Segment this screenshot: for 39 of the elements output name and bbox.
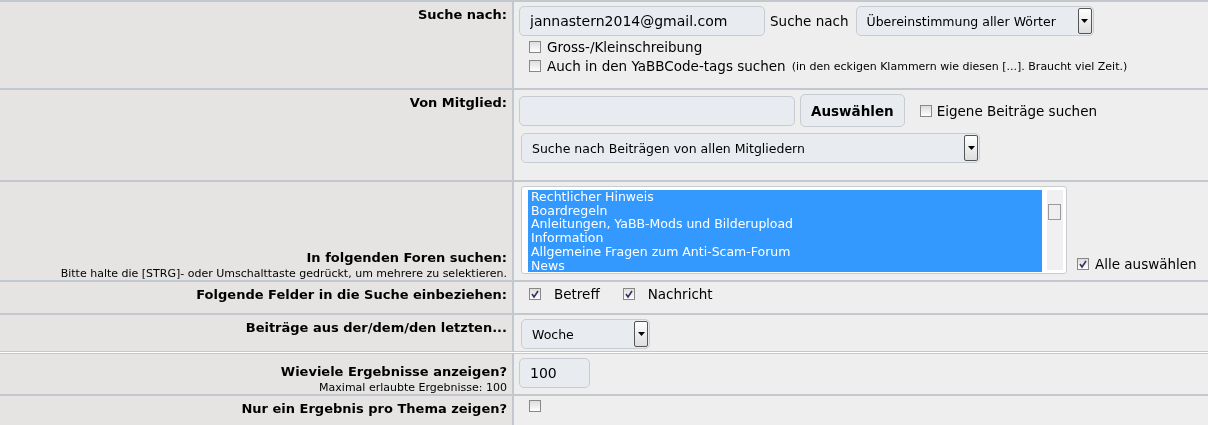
results-input[interactable]: 100 bbox=[519, 358, 590, 388]
checkbox-label: Nachricht bbox=[647, 286, 713, 302]
field-label: Folgende Felder in die Suche einbeziehen: bbox=[196, 287, 507, 302]
select-button[interactable]: Auswählen bbox=[800, 94, 905, 127]
checkbox-label: Gross-/Kleinschreibung bbox=[547, 39, 703, 55]
field-label: Wieviele Ergebnisse anzeigen? bbox=[280, 364, 507, 379]
field-label: Suche nach bbox=[770, 13, 849, 29]
checkbox[interactable] bbox=[622, 288, 635, 300]
member-scope-dropdown[interactable]: Suche nach Beiträgen von allen Mitgliedern bbox=[521, 133, 980, 163]
checkbox-label: Betreff bbox=[554, 286, 600, 302]
checkbox-label: Auch in den YaBBCode-tags suchen bbox=[547, 58, 786, 74]
forum-list[interactable]: Rechtlicher Hinweis Boardregeln Anleitungen, YaBB-Mods und Bilderupload Information Allgemeine Fragen zum Anti-Scam-Forum News bbox=[521, 186, 1067, 274]
caret-icon bbox=[1081, 19, 1088, 23]
field-label: Nur ein Ergebnis pro Thema zeigen? bbox=[241, 401, 507, 416]
checkbox[interactable] bbox=[529, 41, 541, 53]
note-text: (in den eckigen Klammern wie diesen [...]. Braucht viel Zeit.) bbox=[791, 59, 1128, 73]
checkbox-label: Alle auswählen bbox=[1095, 256, 1197, 272]
field-label: Von Mitglied: bbox=[409, 95, 507, 110]
checkbox[interactable] bbox=[529, 400, 541, 412]
list-item[interactable]: Information bbox=[528, 231, 1042, 245]
hint-text: Bitte halte die [STRG]- oder Umschalttaste gedrückt, um mehrere zu selektieren. bbox=[60, 267, 507, 280]
checkbox[interactable] bbox=[919, 104, 932, 117]
checkbox-label: Eigene Beiträge suchen bbox=[936, 102, 1098, 119]
field-label: In folgenden Foren suchen: bbox=[306, 250, 507, 265]
checkbox[interactable] bbox=[529, 60, 541, 72]
checkbox[interactable] bbox=[1077, 258, 1089, 270]
caret-icon bbox=[967, 146, 975, 150]
search-input[interactable]: jannastern2014@gmail.com bbox=[519, 6, 765, 36]
scrollbar[interactable] bbox=[1047, 190, 1063, 270]
hint-text: Maximal erlaubte Ergebnisse: 100 bbox=[319, 381, 507, 394]
match-dropdown[interactable]: Übereinstimmung aller Wörter bbox=[855, 6, 1094, 36]
list-item[interactable]: Anleitungen, YaBB-Mods und Bilderupload bbox=[528, 217, 1042, 232]
member-input[interactable] bbox=[519, 95, 795, 126]
caret-icon bbox=[637, 332, 645, 336]
list-item[interactable]: Rechtlicher Hinweis bbox=[528, 190, 1042, 204]
field-label: Suche nach: bbox=[417, 7, 507, 22]
field-label: Beiträge aus der/dem/den letzten... bbox=[245, 320, 507, 335]
period-dropdown[interactable]: Woche bbox=[521, 319, 650, 349]
checkbox[interactable] bbox=[529, 288, 541, 300]
